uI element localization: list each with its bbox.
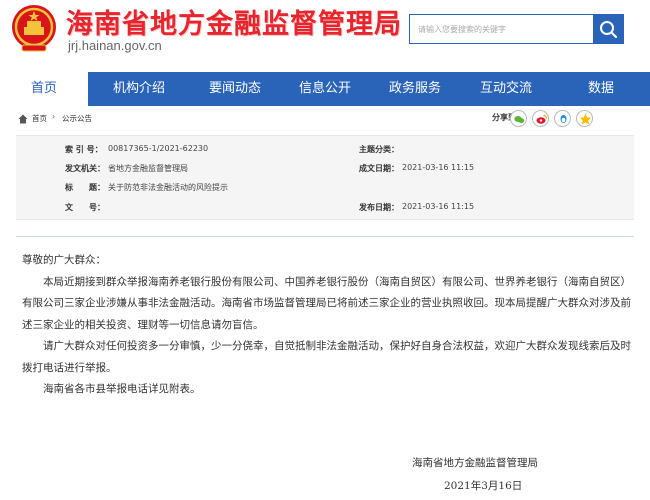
content-divider — [16, 236, 634, 237]
index-label: 索 引 号： — [65, 145, 103, 154]
search-button[interactable] — [593, 15, 623, 43]
nav-item-interaction[interactable]: 互动交流 — [460, 72, 552, 106]
search-box — [409, 14, 624, 44]
site-header: 海南省地方金融监督管理局 jrj.hainan.gov.cn — [0, 0, 650, 72]
nav-item-about[interactable]: 机构介绍 — [88, 72, 190, 106]
paragraph: 本局近期接到群众举报海南养老银行股份有限公司、中国养老银行股份（海南自贸区）有限… — [22, 275, 631, 331]
wechat-icon[interactable] — [510, 110, 527, 127]
search-input[interactable] — [410, 15, 594, 43]
qzone-icon[interactable] — [576, 110, 593, 127]
breadcrumb-current[interactable]: 公示公告 — [62, 113, 92, 124]
weibo-icon[interactable] — [532, 110, 549, 127]
nav-item-news[interactable]: 要闻动态 — [190, 72, 280, 106]
nav-item-services[interactable]: 政务服务 — [370, 72, 460, 106]
document-meta: 索 引 号： 00817365-1/2021-62230 主题分类： 发文机关：… — [16, 135, 634, 220]
date-label: 成文日期： — [359, 164, 399, 173]
doc-number-label: 文 号： — [65, 203, 105, 212]
issuer-label: 发文机关： — [65, 164, 105, 173]
issuer-value: 省地方金融监督管理局 — [108, 164, 188, 173]
main-nav: 首页 机构介绍 要闻动态 信息公开 政务服务 互动交流 数据 — [0, 72, 650, 106]
nav-item-data[interactable]: 数据 — [552, 72, 650, 106]
breadcrumb-separator: › — [52, 112, 56, 121]
site-url: jrj.hainan.gov.cn — [68, 38, 162, 53]
article-body: 尊敬的广大群众： 本局近期接到群众举报海南养老银行股份有限公司、中国养老银行股份… — [22, 250, 634, 401]
national-emblem-icon — [12, 5, 56, 52]
search-icon — [600, 21, 618, 39]
index-value: 00817365-1/2021-62230 — [108, 144, 209, 153]
qq-icon[interactable] — [554, 110, 571, 127]
title-label: 标 题： — [65, 183, 105, 192]
date-value: 2021-03-16 11:15 — [402, 163, 475, 172]
breadcrumb-home[interactable]: 首页 — [32, 113, 47, 124]
topic-label: 主题分类： — [359, 145, 399, 154]
signature-org: 海南省地方金融监督管理局 — [412, 457, 538, 469]
nav-item-home[interactable]: 首页 — [0, 72, 88, 106]
home-icon — [18, 114, 28, 124]
publish-value: 2021-03-16 11:15 — [402, 202, 475, 211]
greeting: 尊敬的广大群众： — [22, 254, 106, 266]
publish-label: 发布日期： — [359, 203, 399, 212]
nav-item-info[interactable]: 信息公开 — [280, 72, 370, 106]
paragraph: 海南省各市县举报电话详见附表。 — [43, 383, 201, 395]
breadcrumb: 首页 › 公示公告 分享到： — [16, 110, 634, 130]
title-value: 关于防范非法金融活动的风险提示 — [108, 183, 228, 192]
paragraph: 请广大群众对任何投资多一分审慎，少一分侥幸，自觉抵制非法金融活动，保护好自身合法… — [22, 340, 631, 374]
site-title[interactable]: 海南省地方金融监督管理局 — [66, 2, 402, 41]
signature-date: 2021年3月16日 — [444, 480, 523, 492]
